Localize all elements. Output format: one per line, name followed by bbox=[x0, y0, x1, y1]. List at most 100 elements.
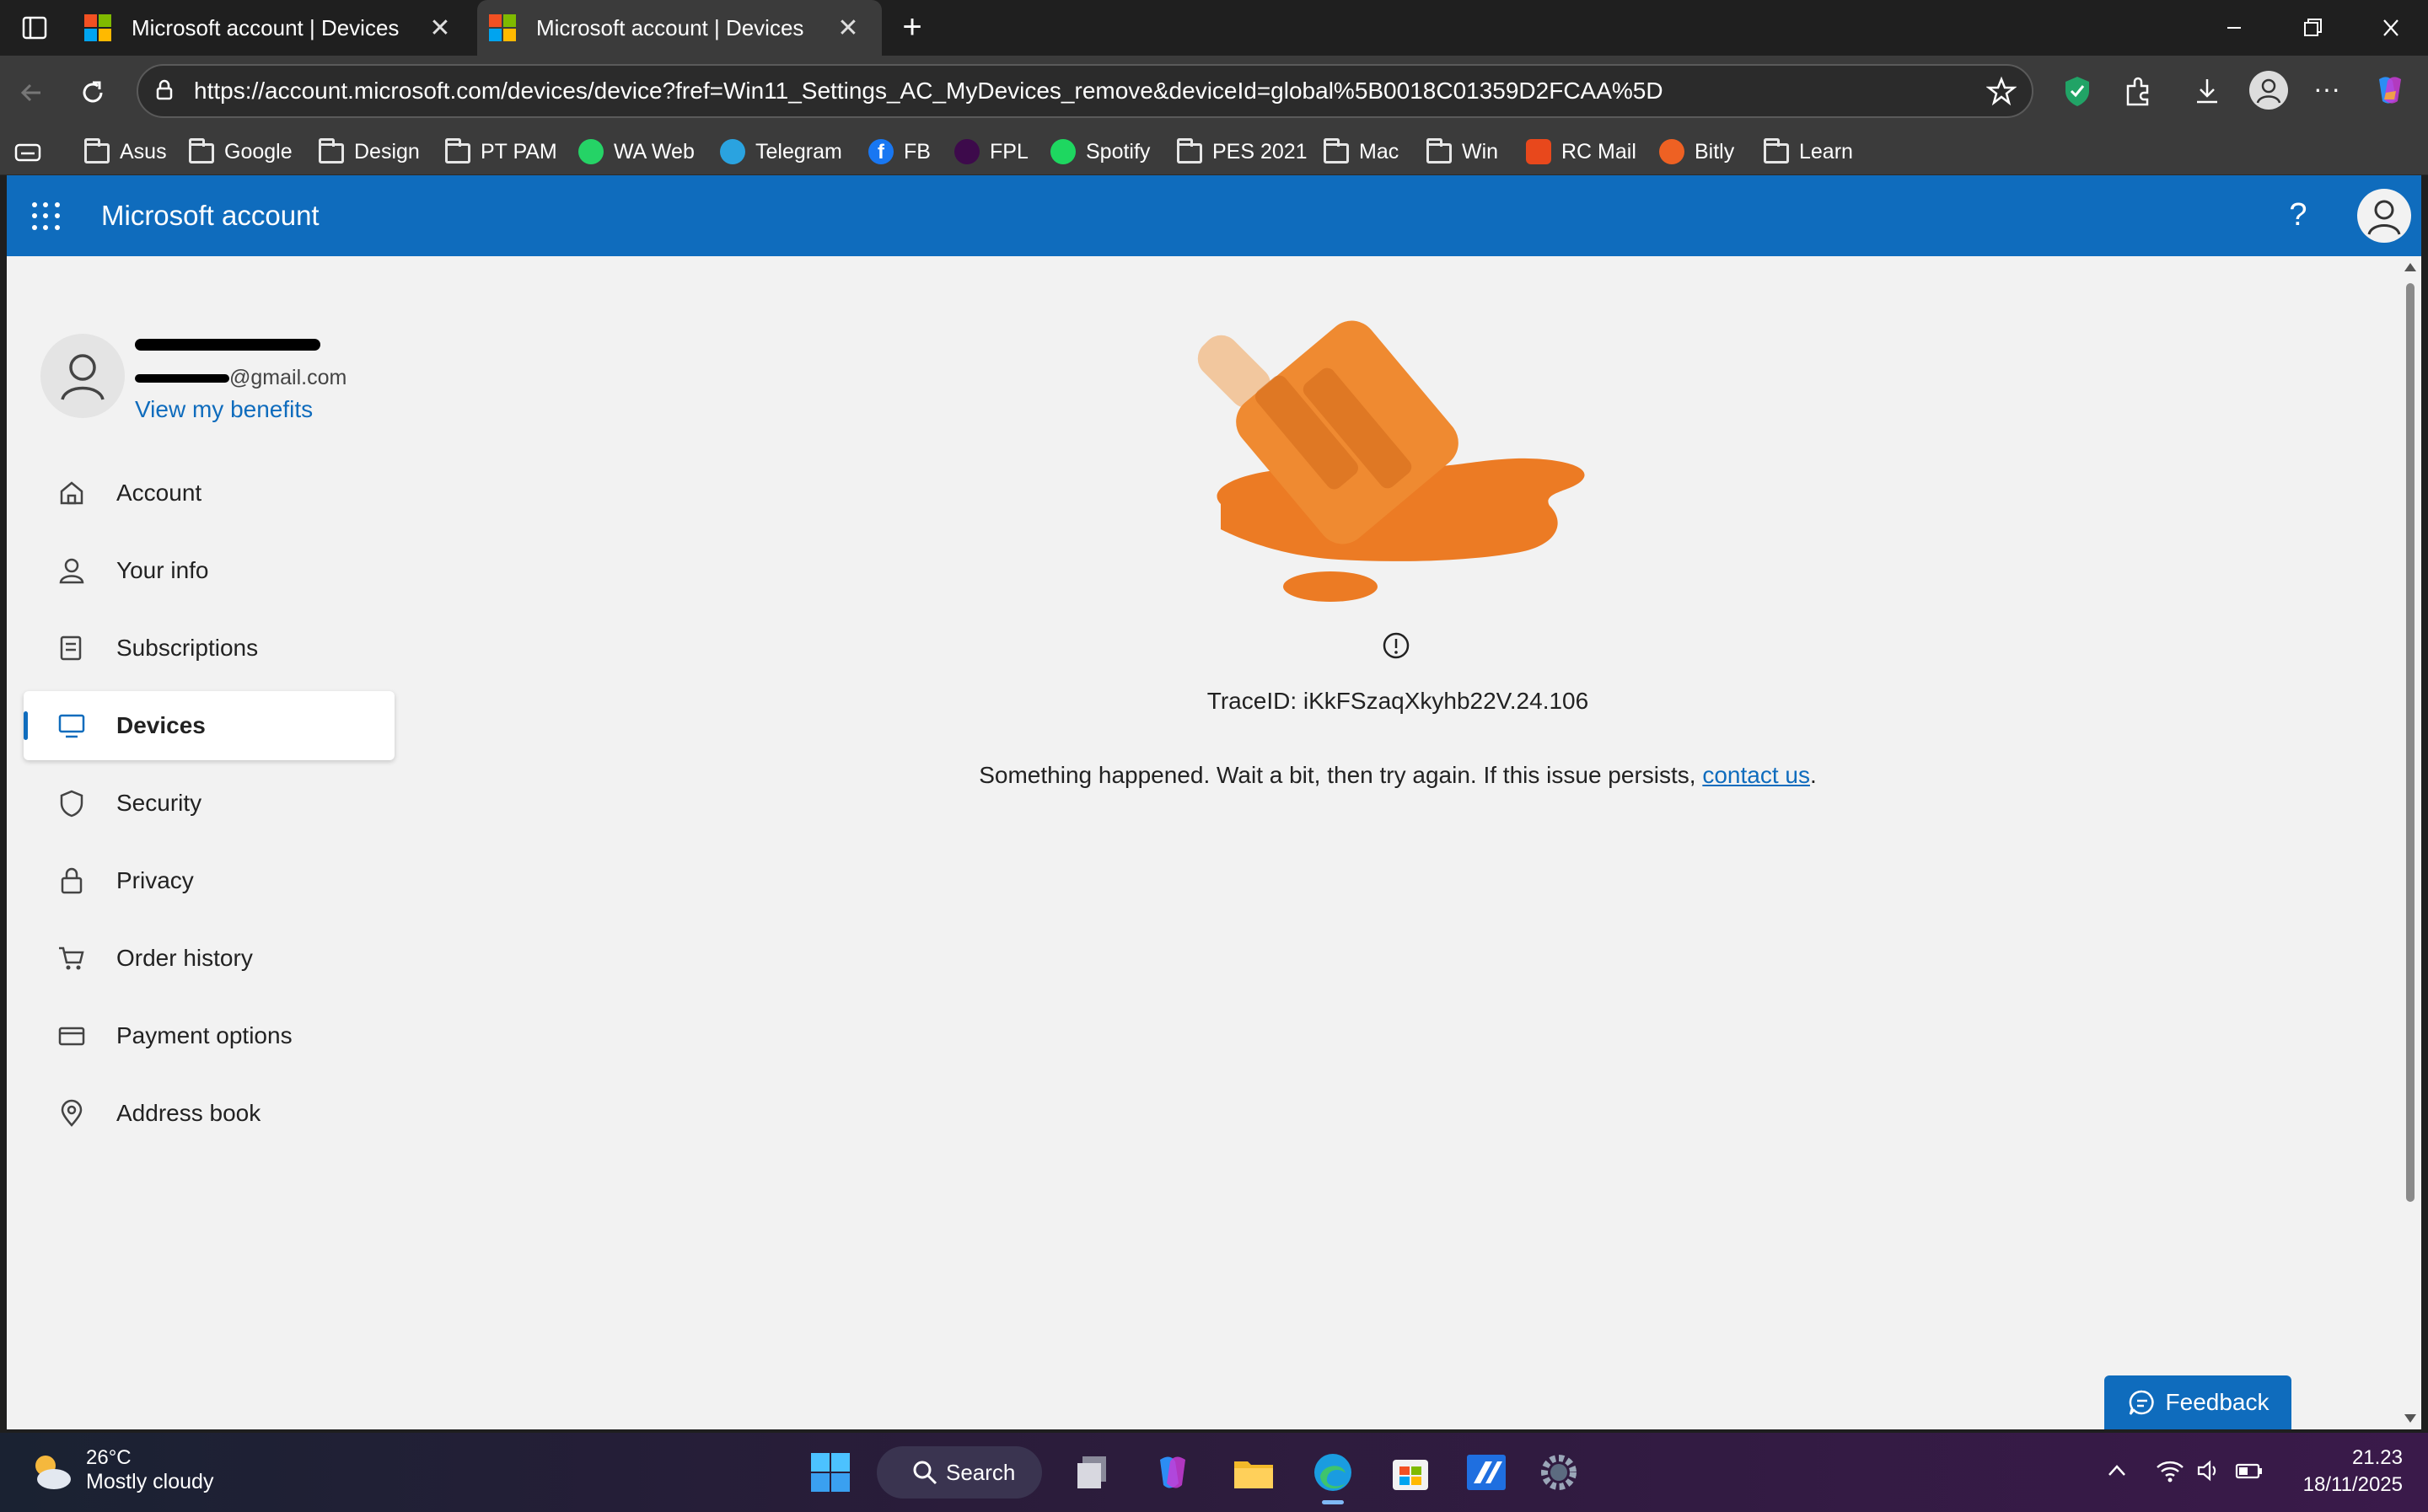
bookmark-label: Mac bbox=[1359, 139, 1399, 164]
bookmark-google[interactable]: Google bbox=[189, 128, 293, 175]
more-options-icon[interactable]: ··· bbox=[2310, 74, 2344, 108]
chevron-up-icon[interactable] bbox=[2104, 1458, 2130, 1488]
search-label: Search bbox=[946, 1459, 1016, 1485]
site-info-icon[interactable] bbox=[152, 78, 177, 103]
task-view-icon[interactable] bbox=[1071, 1450, 1116, 1495]
tab-devices-2[interactable]: Microsoft account | Devices ✕ bbox=[477, 0, 882, 56]
bookmark-telegram[interactable]: Telegram bbox=[720, 128, 842, 175]
new-tab-icon[interactable]: + bbox=[894, 8, 931, 46]
bookmark-label: Learn bbox=[1799, 139, 1853, 164]
bookmark-spotify[interactable]: Spotify bbox=[1050, 128, 1150, 175]
date: 18/11/2025 bbox=[2302, 1473, 2403, 1496]
sidebar-item-security[interactable]: Security bbox=[24, 769, 395, 838]
facebook-icon: f bbox=[868, 139, 894, 164]
folder-icon bbox=[1764, 138, 1789, 164]
tab-devices-1[interactable]: Microsoft account | Devices ✕ bbox=[78, 0, 474, 56]
sidebar-item-order-history[interactable]: Order history bbox=[24, 924, 395, 993]
microsoft-logo-icon bbox=[84, 14, 111, 41]
close-window-icon[interactable] bbox=[2374, 13, 2408, 42]
bookmark-asus[interactable]: Asus bbox=[84, 128, 167, 175]
clock[interactable]: 21.23 18/11/2025 bbox=[2276, 1445, 2403, 1499]
bookmark-label: RC Mail bbox=[1561, 139, 1636, 164]
contact-us-link[interactable]: contact us bbox=[1702, 762, 1810, 788]
bitly-icon bbox=[1659, 139, 1684, 164]
close-tab-icon[interactable]: ✕ bbox=[423, 12, 457, 46]
scroll-thumb[interactable] bbox=[2406, 283, 2415, 1202]
bookmark-fpl[interactable]: FPL bbox=[954, 128, 1029, 175]
copilot-app-icon[interactable] bbox=[1150, 1450, 1195, 1495]
copilot-icon[interactable] bbox=[2371, 71, 2409, 110]
address-bar[interactable]: https://account.microsoft.com/devices/de… bbox=[137, 64, 2033, 118]
restore-icon[interactable] bbox=[2295, 13, 2329, 42]
app-launcher-icon[interactable] bbox=[32, 202, 61, 231]
start-windows-icon[interactable] bbox=[808, 1450, 853, 1495]
view-benefits-link[interactable]: View my benefits bbox=[135, 396, 313, 423]
extensions-icon[interactable] bbox=[2121, 74, 2155, 108]
bookmark-pt-pam[interactable]: PT PAM bbox=[445, 128, 557, 175]
bookmark-mac[interactable]: Mac bbox=[1324, 128, 1399, 175]
bookmark-label: FB bbox=[904, 139, 931, 164]
tab-actions-icon[interactable] bbox=[20, 13, 49, 42]
file-explorer-icon[interactable] bbox=[1231, 1450, 1276, 1495]
sidebar-item-your-info[interactable]: Your info bbox=[24, 536, 395, 605]
scroll-up-icon[interactable] bbox=[2404, 263, 2416, 271]
sidebar-item-account[interactable]: Account bbox=[24, 458, 395, 528]
collections-icon[interactable] bbox=[13, 138, 42, 167]
tab-bar: Microsoft account | Devices ✕ Microsoft … bbox=[0, 0, 2428, 56]
sidebar-item-label: Address book bbox=[116, 1100, 261, 1126]
favorite-star-icon[interactable] bbox=[1985, 76, 2017, 106]
time: 21.23 bbox=[2351, 1446, 2403, 1469]
help-icon[interactable]: ? bbox=[2281, 194, 2315, 236]
browser-guard-icon[interactable] bbox=[2062, 74, 2092, 108]
sidebar-item-devices[interactable]: Devices bbox=[24, 691, 395, 760]
cloudy-weather-icon bbox=[35, 1455, 71, 1489]
wifi-icon[interactable] bbox=[2155, 1458, 2185, 1488]
info-icon bbox=[1381, 630, 1411, 661]
minimize-icon[interactable] bbox=[2217, 13, 2251, 42]
sidebar-item-label: Payment options bbox=[116, 1022, 293, 1048]
bookmark-win[interactable]: Win bbox=[1426, 128, 1498, 175]
telegram-icon bbox=[720, 139, 745, 164]
bookmark-design[interactable]: Design bbox=[319, 128, 420, 175]
sidebar-item-privacy[interactable]: Privacy bbox=[24, 846, 395, 915]
search-icon bbox=[913, 1461, 937, 1485]
scroll-down-icon[interactable] bbox=[2404, 1414, 2416, 1423]
volume-icon[interactable] bbox=[2195, 1458, 2221, 1488]
bookmark-rc-mail[interactable]: RC Mail bbox=[1526, 128, 1636, 175]
downloads-icon[interactable] bbox=[2190, 74, 2224, 108]
bookmarks-bar: Asus Google Design PT PAM WA Web Telegra… bbox=[0, 128, 2428, 175]
profile-icon[interactable] bbox=[2249, 71, 2288, 110]
feedback-button[interactable]: Feedback bbox=[2104, 1375, 2291, 1429]
brand-title[interactable]: Microsoft account bbox=[101, 175, 320, 256]
settings-gear-icon[interactable] bbox=[1536, 1450, 1582, 1495]
microsoft-store-icon[interactable] bbox=[1388, 1450, 1433, 1495]
url-text[interactable]: https://account.microsoft.com/devices/de… bbox=[194, 66, 1663, 116]
temperature: 26°C bbox=[86, 1446, 132, 1469]
folder-icon bbox=[189, 138, 214, 164]
bookmark-wa-web[interactable]: WA Web bbox=[578, 128, 695, 175]
card-icon bbox=[57, 1021, 86, 1050]
sidebar-item-payment-options[interactable]: Payment options bbox=[24, 1001, 395, 1070]
sidebar-item-label: Your info bbox=[116, 557, 209, 583]
bookmark-learn[interactable]: Learn bbox=[1764, 128, 1853, 175]
bookmark-label: Win bbox=[1462, 139, 1499, 164]
taskbar-search[interactable]: Search bbox=[877, 1446, 1042, 1499]
scrollbar[interactable] bbox=[2399, 256, 2421, 1429]
weather-widget[interactable]: 26°C Mostly cloudy bbox=[27, 1446, 213, 1494]
sidebar-item-subscriptions[interactable]: Subscriptions bbox=[24, 614, 395, 683]
bookmark-label: FPL bbox=[990, 139, 1029, 164]
edge-browser-icon[interactable] bbox=[1310, 1450, 1356, 1504]
bookmark-bitly[interactable]: Bitly bbox=[1659, 128, 1734, 175]
account-avatar-icon[interactable] bbox=[2357, 189, 2411, 243]
back-icon[interactable] bbox=[15, 76, 49, 110]
bookmark-pes-2021[interactable]: PES 2021 bbox=[1177, 128, 1308, 175]
refresh-icon[interactable] bbox=[76, 76, 110, 110]
app-icon[interactable] bbox=[1464, 1450, 1509, 1495]
battery-icon[interactable] bbox=[2234, 1458, 2264, 1488]
lock-icon bbox=[57, 866, 86, 895]
error-text: Something happened. Wait a bit, then try… bbox=[979, 762, 1703, 788]
close-tab-icon[interactable]: ✕ bbox=[831, 12, 865, 46]
tab-title: Microsoft account | Devices bbox=[132, 14, 400, 40]
bookmark-fb[interactable]: f FB bbox=[868, 128, 931, 175]
sidebar-item-address-book[interactable]: Address book bbox=[24, 1079, 395, 1148]
